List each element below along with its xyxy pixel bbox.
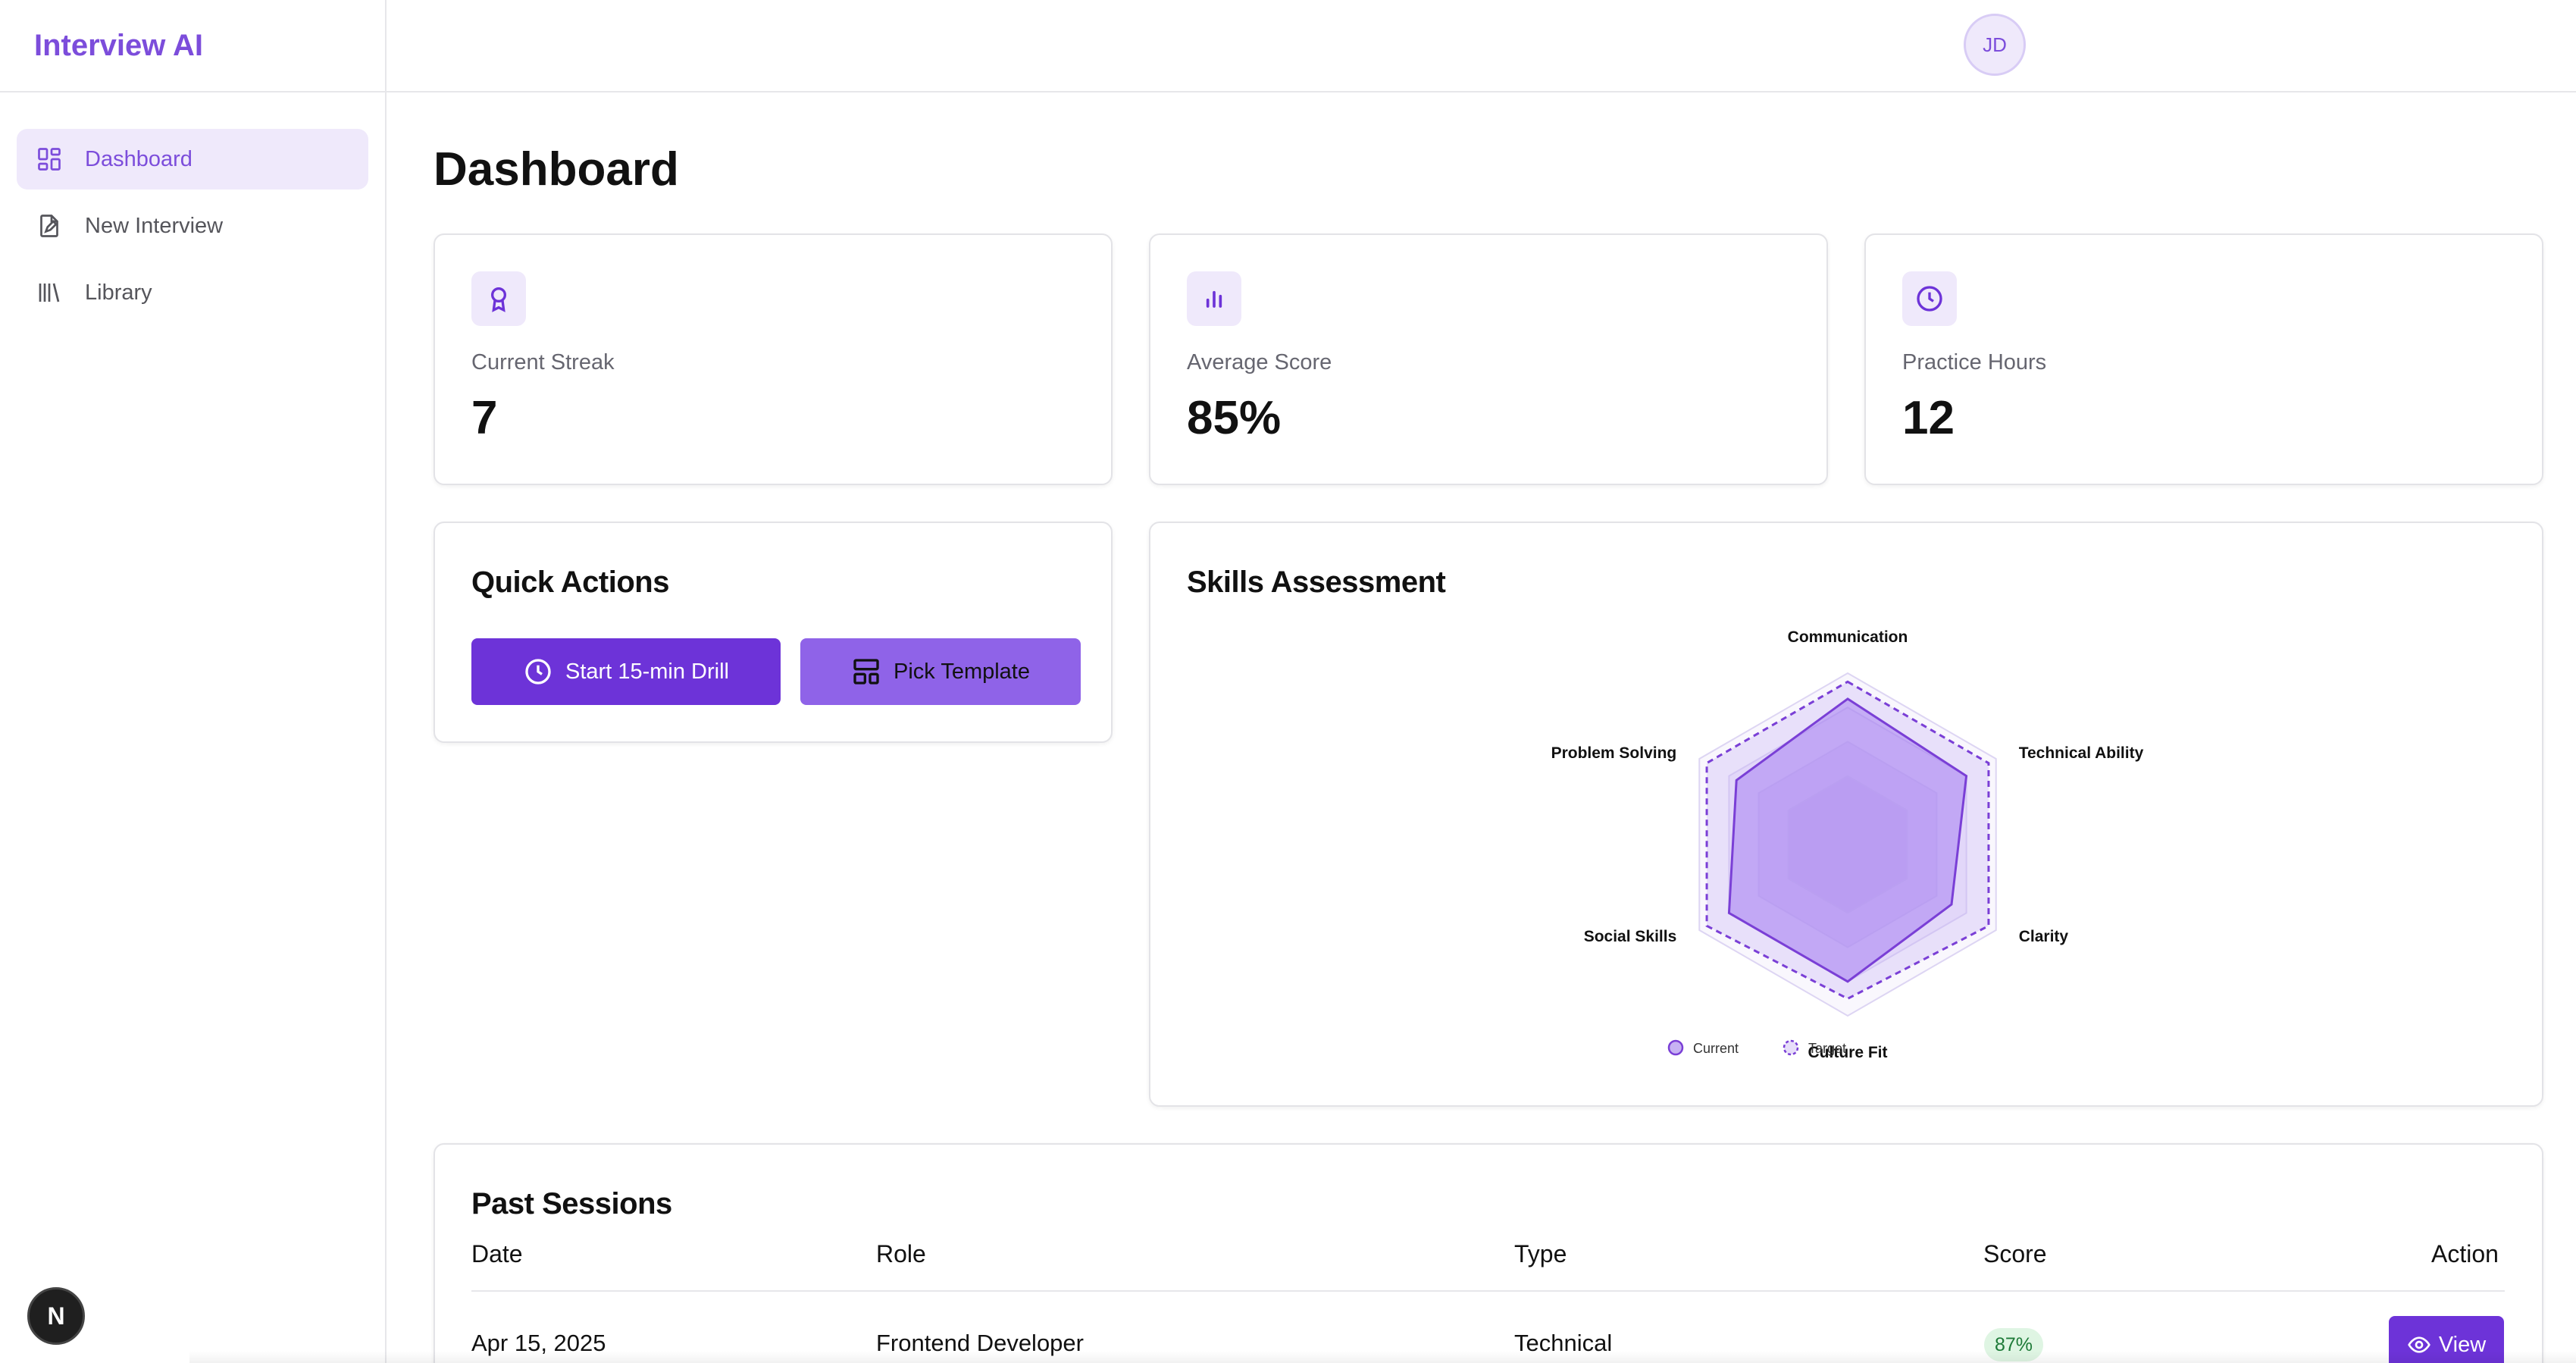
legend-target-label: Target (1808, 1041, 1846, 1056)
new-document-icon (35, 212, 64, 240)
start-drill-button[interactable]: Start 15-min Drill (471, 638, 781, 705)
column-header-score[interactable]: Score (1983, 1240, 2047, 1268)
pick-template-button[interactable]: Pick Template (800, 638, 1081, 705)
skills-radar-chart: CommunicationTechnical AbilityClarityCul… (1551, 628, 2144, 1061)
stat-label: Practice Hours (1902, 350, 2047, 374)
sidebar-item-label: New Interview (85, 213, 224, 238)
bar-chart-icon (1187, 271, 1241, 326)
sidebar: Interview AI Dashboard New Interview Lib… (0, 0, 387, 1363)
section-title: Past Sessions (471, 1187, 672, 1220)
app-title[interactable]: Interview AI (34, 29, 203, 63)
stat-label: Current Streak (471, 350, 615, 374)
sidebar-item-label: Dashboard (85, 146, 192, 171)
table-header-divider (471, 1290, 2505, 1292)
legend-target-swatch (1783, 1039, 1799, 1056)
column-header-action: Action (2431, 1240, 2499, 1267)
column-header-date[interactable]: Date (471, 1240, 523, 1268)
brand-header: Interview AI (0, 0, 385, 92)
stat-value: 7 (471, 392, 498, 444)
sidebar-nav: Dashboard New Interview Library (0, 92, 385, 323)
clock-icon (1902, 271, 1957, 326)
legend-current-swatch (1667, 1039, 1684, 1056)
page-title: Dashboard (434, 143, 679, 196)
legend-current-label: Current (1693, 1041, 1739, 1056)
column-header-type[interactable]: Type (1514, 1240, 1567, 1268)
start-drill-label: Start 15-min Drill (565, 659, 729, 684)
template-layout-icon (853, 659, 879, 685)
sidebar-item-label: Library (85, 280, 152, 305)
column-header-role[interactable]: Role (876, 1240, 926, 1268)
library-books-icon (35, 278, 64, 307)
sidebar-item-dashboard[interactable]: Dashboard (17, 129, 368, 190)
stat-value: 12 (1902, 392, 1955, 444)
radar-axis-label: Communication (1788, 628, 1908, 646)
radar-axis-label: Social Skills (1584, 928, 1677, 945)
dashboard-grid-icon (35, 145, 64, 174)
award-ribbon-icon (471, 271, 526, 326)
radar-axis-label: Problem Solving (1551, 744, 1677, 762)
bottom-shadow (189, 1351, 2576, 1363)
radar-axis-label: Technical Ability (2019, 744, 2144, 762)
clock-icon (525, 659, 551, 685)
stat-label: Average Score (1187, 350, 1332, 374)
skills-assessment-card: Skills Assessment Communication Technical… (1149, 522, 2543, 1107)
avatar[interactable]: JD (1964, 14, 2026, 76)
sidebar-item-new-interview[interactable]: New Interview (17, 196, 368, 256)
dev-tools-badge[interactable]: N (27, 1287, 85, 1345)
radar-axis-label: Clarity (2019, 928, 2069, 945)
past-sessions-card: Past Sessions (434, 1143, 2543, 1363)
stat-card-practice-hours: Practice Hours 12 (1864, 233, 2543, 485)
stat-card-average-score: Average Score 85% (1149, 233, 1828, 485)
stat-value: 85% (1187, 392, 1282, 444)
sidebar-item-library[interactable]: Library (17, 262, 368, 323)
section-title: Quick Actions (471, 566, 669, 599)
quick-actions-card: Quick Actions Start 15-min Drill Pick Te… (434, 522, 1113, 743)
pick-template-label: Pick Template (894, 659, 1030, 684)
stat-card-streak: Current Streak 7 (434, 233, 1113, 485)
top-bar (387, 0, 2576, 92)
